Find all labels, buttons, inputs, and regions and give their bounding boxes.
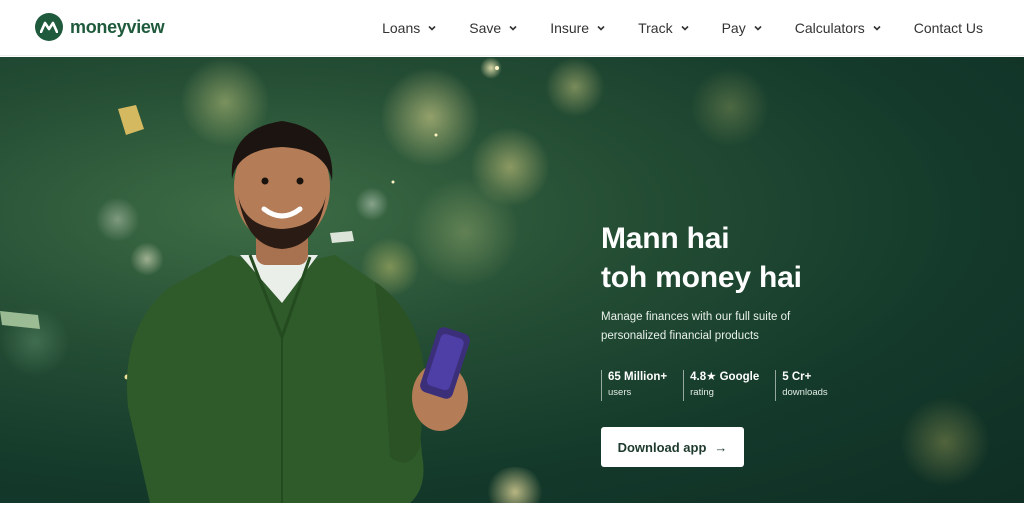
nav-item-label: Save xyxy=(469,20,502,36)
brand-name: moneyview xyxy=(70,16,165,37)
nav-item-label: Loans xyxy=(382,20,421,36)
site-header: moneyview Loans Save Insure Track Pay Ca… xyxy=(0,0,1024,56)
stat-label: users xyxy=(608,387,632,398)
stat-value: 4.8★ Google xyxy=(690,371,760,383)
chevron-down-icon xyxy=(597,25,605,31)
stat-value: 65 Million+ xyxy=(608,371,668,383)
hero-banner: Mann hai toh money hai Manage finances w… xyxy=(0,57,1024,503)
nav-item-label: Calculators xyxy=(794,20,865,36)
stat-label: rating xyxy=(690,387,714,398)
main-nav: Loans Save Insure Track Pay Calculators … xyxy=(382,0,983,56)
arrow-right-icon: → xyxy=(714,439,728,455)
brand-logo[interactable]: moneyview xyxy=(35,13,165,41)
moneyview-logo-icon xyxy=(35,13,63,41)
chevron-down-icon xyxy=(754,25,762,31)
nav-item-label: Pay xyxy=(721,20,746,36)
nav-item-label: Track xyxy=(638,20,673,36)
download-app-label: Download app xyxy=(617,439,707,455)
stat-rating: 4.8★ Google rating xyxy=(683,370,759,401)
stat-users: 65 Million+ users xyxy=(601,370,667,401)
hero-stats: 65 Million+ users 4.8★ Google rating 5 C… xyxy=(601,370,844,401)
nav-item-loans[interactable]: Loans xyxy=(382,20,437,36)
stat-label: downloads xyxy=(782,387,828,398)
nav-item-save[interactable]: Save xyxy=(469,20,518,36)
nav-item-pay[interactable]: Pay xyxy=(722,20,763,36)
nav-item-label: Insure xyxy=(550,20,590,36)
smiling-man-holding-phone-image xyxy=(126,121,470,503)
hero-subtitle: Manage finances with our full suite of p… xyxy=(601,308,831,346)
chevron-down-icon xyxy=(428,25,436,31)
hero-headline-line-2: toh money hai xyxy=(601,261,802,294)
nav-item-track[interactable]: Track xyxy=(638,20,689,36)
download-app-button[interactable]: Download app → xyxy=(601,427,744,467)
page-bottom-strip xyxy=(0,503,1024,512)
hero-headline-line-1: Mann hai xyxy=(601,222,730,255)
hero-subtitle-line-1: Manage finances with our full suite of xyxy=(601,311,791,323)
nav-item-calculators[interactable]: Calculators xyxy=(795,20,882,36)
stat-downloads: 5 Cr+ downloads xyxy=(775,370,828,401)
nav-item-insure[interactable]: Insure xyxy=(550,20,606,36)
chevron-down-icon xyxy=(509,25,517,31)
chevron-down-icon xyxy=(681,25,689,31)
chevron-down-icon xyxy=(873,25,881,31)
hero-headline: Mann hai toh money hai xyxy=(601,219,802,297)
stat-value: 5 Cr+ xyxy=(782,371,812,383)
nav-item-label: Contact Us xyxy=(913,20,983,36)
hero-subtitle-line-2: personalized financial products xyxy=(601,330,759,342)
nav-item-contact-us[interactable]: Contact Us xyxy=(914,20,983,36)
